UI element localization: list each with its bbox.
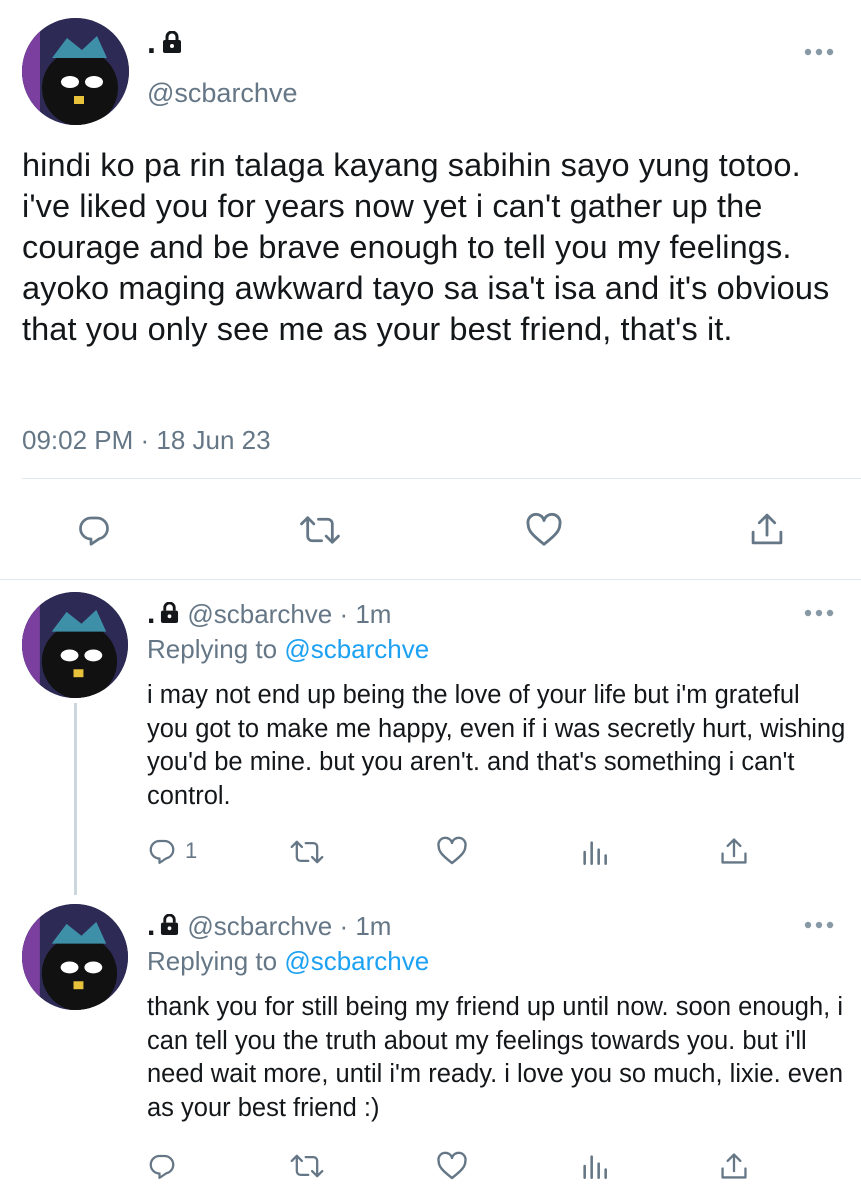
analytics-icon <box>583 841 607 865</box>
share-button[interactable] <box>720 835 748 867</box>
reply-header: . @scbarchve · 1m <box>147 909 391 943</box>
reply-button[interactable] <box>76 512 112 548</box>
display-name: . <box>147 909 179 943</box>
reply-text: i may not end up being the love of your … <box>147 681 846 810</box>
share-icon <box>721 1153 747 1179</box>
retweet-button[interactable] <box>290 1152 324 1180</box>
analytics-button[interactable] <box>580 1152 608 1180</box>
reply-button[interactable] <box>147 1151 185 1181</box>
reply-icon <box>149 839 175 864</box>
handle-time[interactable]: @scbarchve · 1m <box>187 911 391 942</box>
display-name: . <box>147 597 179 631</box>
lock-icon <box>160 597 179 631</box>
reply-button[interactable]: 1 <box>147 836 197 866</box>
thread-line <box>74 703 77 895</box>
like-icon <box>437 836 467 865</box>
replying-prefix: Replying to <box>147 634 285 664</box>
like-button[interactable] <box>436 836 468 866</box>
more-icon[interactable] <box>804 605 834 623</box>
reply-icon <box>79 516 109 546</box>
tweet-text: hindi ko pa rin talaga kayang sabihin sa… <box>22 147 830 347</box>
share-icon <box>721 838 747 864</box>
avatar[interactable] <box>22 18 129 125</box>
like-icon <box>437 1151 467 1180</box>
reply-header: . @scbarchve · 1m <box>147 597 391 631</box>
reply-icon <box>149 1154 175 1179</box>
retweet-button[interactable] <box>300 513 340 547</box>
like-button[interactable] <box>525 512 563 548</box>
mention-link[interactable]: @scbarchve <box>284 946 429 976</box>
avatar[interactable] <box>22 904 128 1010</box>
retweet-button[interactable] <box>290 838 324 866</box>
analytics-icon <box>583 1155 607 1179</box>
share-icon <box>751 513 783 545</box>
avatar[interactable] <box>22 592 128 698</box>
share-button[interactable] <box>750 510 784 548</box>
analytics-button[interactable] <box>580 838 608 866</box>
more-icon[interactable] <box>804 917 834 935</box>
replying-to: Replying to @scbarchve <box>147 946 429 977</box>
lock-icon <box>160 909 179 943</box>
more-icon[interactable] <box>804 44 834 62</box>
retweet-icon <box>300 516 340 544</box>
display-name: . <box>147 24 182 61</box>
tweet-timestamp[interactable]: 09:02 PM · 18 Jun 23 <box>22 425 271 456</box>
reply-count: 1 <box>185 838 198 863</box>
display-name-text: . <box>147 909 156 942</box>
display-name-text: . <box>147 597 156 630</box>
mention-link[interactable]: @scbarchve <box>284 634 429 664</box>
user-handle[interactable]: @scbarchve <box>147 78 297 109</box>
retweet-icon <box>290 1154 324 1178</box>
like-button[interactable] <box>436 1151 468 1181</box>
handle-time[interactable]: @scbarchve · 1m <box>187 599 391 630</box>
divider <box>0 579 861 580</box>
like-icon <box>526 512 562 546</box>
replying-prefix: Replying to <box>147 946 285 976</box>
display-name-text: . <box>147 24 156 60</box>
replying-to: Replying to @scbarchve <box>147 634 429 665</box>
lock-icon <box>162 24 182 61</box>
share-button[interactable] <box>720 1150 748 1182</box>
divider <box>22 478 861 479</box>
reply-text: thank you for still being my friend up u… <box>147 993 844 1122</box>
retweet-icon <box>290 840 324 864</box>
